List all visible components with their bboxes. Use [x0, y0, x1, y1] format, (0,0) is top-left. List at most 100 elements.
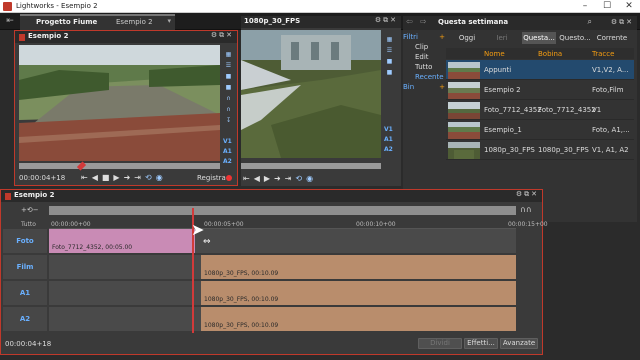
loop-icon[interactable]: ⟲	[295, 174, 302, 183]
timeline-timecode[interactable]: 00:00:04+18	[5, 340, 51, 348]
timeline-zoom-controls[interactable]: +⟲−	[21, 206, 39, 214]
timeline-clip[interactable]: 1080p_30_FPS, 00:10.09	[201, 281, 516, 305]
track-label-a1[interactable]: A1	[223, 148, 232, 155]
track-label-a1[interactable]: A1	[384, 136, 393, 143]
track-header-a2[interactable]: A2	[3, 307, 47, 331]
filter-header[interactable]: Filtri +	[403, 32, 445, 42]
chevron-down-icon[interactable]: ▾	[167, 17, 171, 25]
track-lane-foto[interactable]: Foto_7712_4352, 00:05.00	[49, 229, 516, 253]
track-header-film[interactable]: Film	[3, 255, 47, 279]
curve-icon[interactable]: ∩	[224, 95, 233, 102]
audio-icon[interactable]: ◉	[306, 174, 313, 183]
filter-all[interactable]: Tutto	[403, 62, 445, 72]
window-titlebar: Lightworks - Esempio 2 – ☐ ✕	[0, 0, 640, 13]
go-start-icon[interactable]: ⇤	[243, 174, 250, 183]
list-icon[interactable]: ☰	[224, 62, 233, 69]
project-tab[interactable]: Progetto Fiume Esempio 2 ▾	[20, 14, 175, 30]
ruler-all-label[interactable]: Tutto	[21, 221, 36, 228]
track-label-a2[interactable]: A2	[223, 158, 232, 165]
clip-scrub-bar[interactable]	[241, 163, 381, 169]
track-header-a1[interactable]: A1	[3, 281, 47, 305]
square-icon[interactable]: ■	[224, 73, 233, 80]
forward-arrow-icon[interactable]: ⇨	[420, 17, 427, 26]
next-icon[interactable]: ➜	[124, 173, 131, 182]
timeline-nav-icons[interactable]: ∩∩	[520, 205, 532, 214]
panel-controls-icon[interactable]: ⚙⧉✕	[211, 31, 234, 40]
track-label-a2[interactable]: A2	[384, 146, 393, 153]
prev-icon[interactable]: ◀	[92, 173, 98, 182]
bin-header[interactable]: Bin +	[403, 82, 445, 92]
panel-controls-icon[interactable]: ⚙⧉✕	[611, 18, 634, 27]
tab-current[interactable]: Corrente	[594, 32, 630, 44]
list-icon[interactable]: ☰	[385, 47, 394, 54]
sequence-video-frame[interactable]	[19, 45, 220, 161]
bin-row[interactable]: 1080p_30_FPS 1080p_30_FPS V1, A1, A2	[446, 140, 634, 160]
folder-icon[interactable]: ▦	[385, 36, 394, 43]
bin-row[interactable]: Esempio_1 Foto, A1,...	[446, 120, 634, 140]
square-icon[interactable]: ■	[224, 84, 233, 91]
column-tracks[interactable]: Tracce	[592, 50, 614, 58]
track-label-v1[interactable]: V1	[223, 138, 232, 145]
filter-clip[interactable]: Clip	[403, 42, 445, 52]
sequence-timecode[interactable]: 00:00:04+18	[19, 174, 65, 182]
clip-viewer-tools: ▦ ☰ ■ ■	[384, 32, 395, 80]
plus-icon[interactable]: +	[439, 32, 445, 42]
track-lane-a2[interactable]: 1080p_30_FPS, 00:10.09	[49, 307, 516, 331]
loop-icon[interactable]: ⟲	[145, 173, 152, 182]
go-end-icon[interactable]: ⇥	[285, 174, 292, 183]
effects-button[interactable]: Effetti...	[464, 338, 498, 349]
timeline-clip[interactable]: Foto_7712_4352, 00:05.00	[49, 229, 195, 253]
clip-label: Foto_7712_4352, 00:05.00	[52, 244, 133, 251]
bin-row[interactable]: Foto_7712_4352 Foto_7712_4352 V1	[446, 100, 634, 120]
prev-icon[interactable]: ◀	[254, 174, 260, 183]
column-name[interactable]: Nome	[484, 50, 505, 58]
curve-icon[interactable]: ∩	[224, 106, 233, 113]
tab-this-week[interactable]: Questa...	[522, 32, 556, 44]
advanced-button[interactable]: Avanzate	[500, 338, 538, 349]
track-lane-film[interactable]: 1080p_30_FPS, 00:10.09	[49, 255, 516, 279]
stop-icon[interactable]: ■	[102, 173, 110, 182]
folder-icon[interactable]: ▦	[224, 51, 233, 58]
track-lane-a1[interactable]: 1080p_30_FPS, 00:10.09	[49, 281, 516, 305]
playhead-marker[interactable]	[76, 161, 87, 171]
split-button[interactable]: Dividi	[418, 338, 462, 349]
minimize-icon[interactable]: –	[574, 0, 596, 13]
arrow-icon[interactable]: ↧	[224, 117, 233, 124]
tab-this-month[interactable]: Questo...	[558, 32, 592, 44]
filter-recent[interactable]: Recente	[403, 72, 445, 82]
go-start-icon[interactable]: ⇤	[81, 173, 88, 182]
search-icon[interactable]: ⌕	[588, 17, 592, 27]
clip-thumbnail	[448, 82, 480, 99]
audio-icon[interactable]: ◉	[156, 173, 163, 182]
record-label[interactable]: Registra	[197, 174, 226, 182]
record-icon[interactable]	[226, 175, 232, 181]
maximize-icon[interactable]: ☐	[596, 0, 618, 13]
bin-row[interactable]: Appunti V1,V2, A...	[446, 60, 634, 80]
bin-row[interactable]: Esempio 2 Foto,Film	[446, 80, 634, 100]
clip-video-frame[interactable]	[241, 30, 381, 158]
next-icon[interactable]: ➜	[274, 174, 281, 183]
back-arrow-icon[interactable]: ⇦	[406, 17, 413, 26]
panel-controls-icon[interactable]: ⚙⧉✕	[375, 16, 398, 25]
exit-project-icon[interactable]: ⇤	[2, 15, 18, 27]
close-icon[interactable]: ✕	[618, 0, 640, 13]
column-reel[interactable]: Bobina	[538, 50, 562, 58]
sequence-scrub-bar[interactable]	[19, 161, 220, 171]
track-header-foto[interactable]: Foto	[3, 229, 47, 253]
track-label-v1[interactable]: V1	[384, 126, 393, 133]
trim-cursor-icon: ⇔	[203, 237, 211, 247]
plus-icon[interactable]: +	[439, 82, 445, 92]
square-icon[interactable]: ■	[385, 69, 394, 76]
timeline-clip[interactable]: 1080p_30_FPS, 00:10.09	[201, 307, 516, 331]
filter-edit[interactable]: Edit	[403, 52, 445, 62]
panel-controls-icon[interactable]: ⚙⧉✕	[516, 190, 539, 199]
go-end-icon[interactable]: ⇥	[134, 173, 141, 182]
timeline-overview-bar[interactable]	[49, 206, 516, 215]
tab-today[interactable]: Oggi	[452, 32, 482, 44]
square-icon[interactable]: ■	[385, 58, 394, 65]
timeline-clip[interactable]: 1080p_30_FPS, 00:10.09	[201, 255, 516, 279]
play-icon[interactable]: ▶	[113, 173, 119, 182]
play-icon[interactable]: ▶	[264, 174, 270, 183]
ruler[interactable]: 00:00:00+00 00:00:05+00 00:00:10+00 00:0…	[49, 219, 548, 229]
tab-yesterday[interactable]: Ieri	[484, 32, 520, 44]
